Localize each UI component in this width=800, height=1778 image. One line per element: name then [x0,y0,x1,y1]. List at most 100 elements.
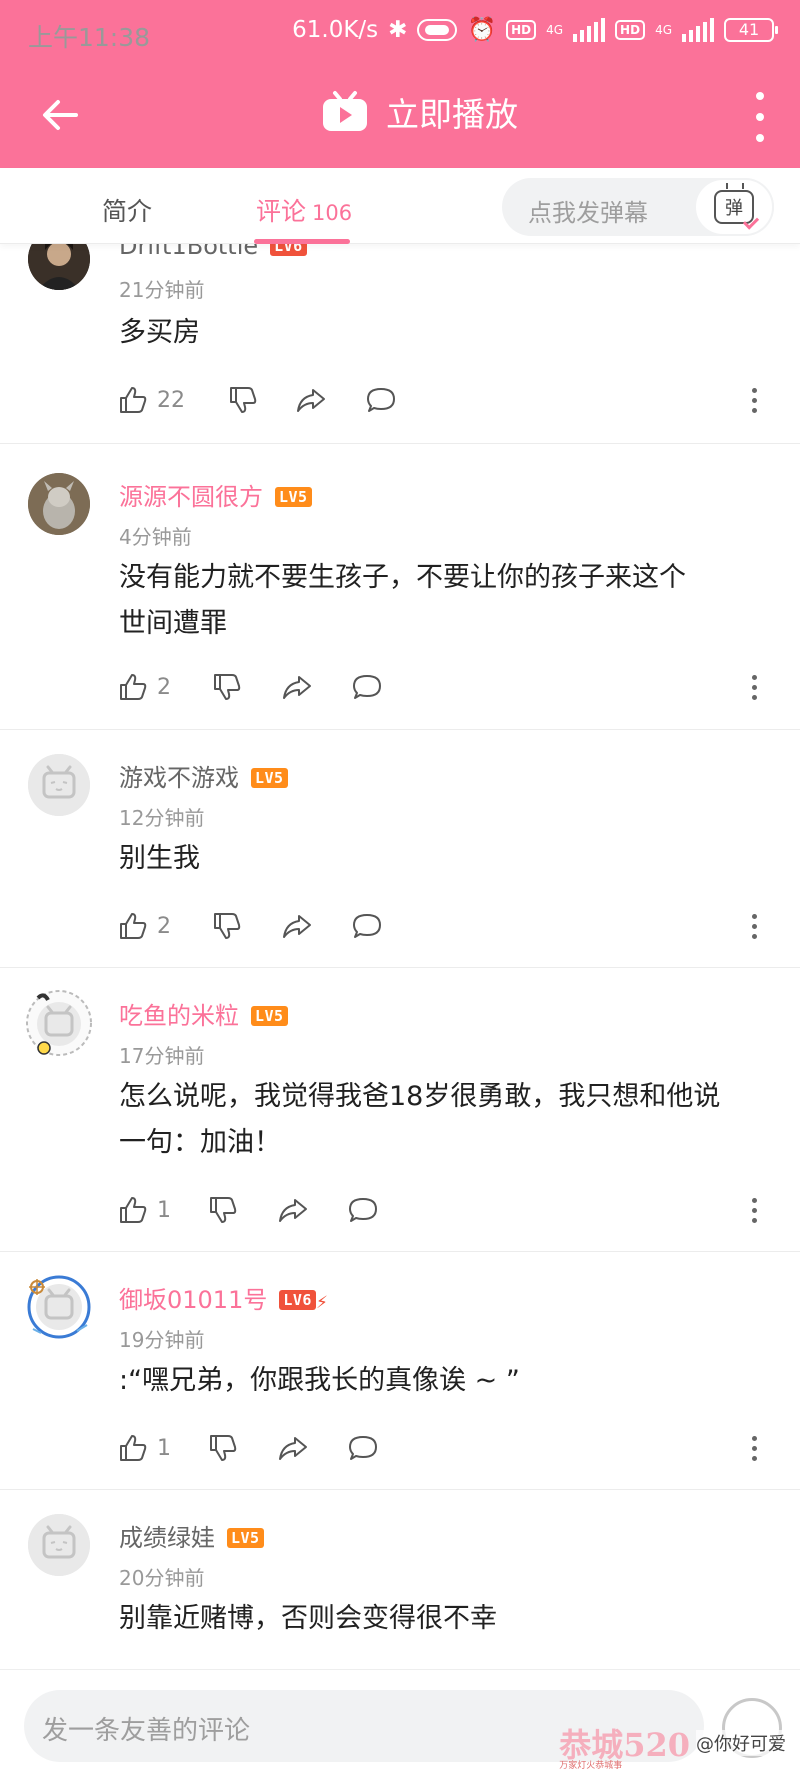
danmaku-input[interactable]: 点我发弹幕 [528,193,648,228]
username[interactable]: 游戏不游戏 LV5 [119,758,288,793]
level-badge: LV5 [227,1528,264,1548]
tab-intro[interactable]: 简介 [102,192,152,228]
comment-item: Drift1Bottle LV6 21分钟前 多买房 22 [0,244,800,444]
share-button[interactable] [281,906,313,946]
tab-comments[interactable]: 评论 106 [256,192,352,228]
share-button[interactable] [277,1190,309,1230]
comment-more-button[interactable] [747,380,761,420]
play-now-button[interactable]: 立即播放 [320,88,518,136]
alarm-icon: ⏰ [467,17,497,43]
danmaku-icon-label: 弹 [725,198,743,219]
more-dot-icon [751,397,757,403]
tech-frame-avatar-icon [27,1275,91,1339]
comment-line: 怎么说呢，我觉得我爸18岁很勇敢，我只想和他说 [119,1081,721,1112]
reply-button[interactable] [347,1428,379,1468]
comment-time: 21分钟前 [119,278,205,302]
share-icon [283,676,311,699]
watermark-sub: 万家灯火恭城事 [559,1761,623,1771]
share-icon [279,1199,307,1222]
avatar[interactable] [26,990,92,1056]
level-badge: LV5 [251,1006,288,1026]
username[interactable]: 源源不圆很方 LV5 [119,477,312,512]
level-badge: LV5 [251,768,288,788]
net-speed: 61.0K/s [292,16,379,43]
more-dot-icon [751,923,757,929]
username[interactable]: 成绩绿娃 LV5 [119,1518,264,1553]
chat-bubble-icon [367,388,395,412]
level-badge: LV5 [275,487,312,507]
comment-line: 别靠近赌博，否则会变得很不幸 [119,1603,497,1634]
share-button[interactable] [281,667,313,707]
tab-bar: 简介 评论 106 点我发弹幕 弹 [0,168,800,244]
comment-more-button[interactable] [747,906,761,946]
like-button[interactable]: 2 [117,667,171,707]
like-button[interactable]: 2 [117,906,171,946]
comment-time: 17分钟前 [119,1044,205,1068]
comment-list[interactable]: Drift1Bottle LV6 21分钟前 多买房 22 源源不圆很方 LV5… [0,244,800,1669]
avatar[interactable] [28,1514,90,1576]
comment-actions: 2 [117,667,787,707]
share-icon [279,1437,307,1460]
comment-actions: 1 [117,1428,787,1468]
thumb-up-icon [120,1197,147,1223]
dislike-button[interactable] [211,906,243,946]
more-menu-button[interactable] [750,92,770,142]
tv-icon [323,91,367,131]
signal-icon-2 [682,17,714,42]
comment-text: 别生我 [119,836,779,882]
tab-comments-label: 评论 [256,197,307,226]
username-text: 御坂01011号 [119,1286,268,1314]
comment-item: 游戏不游戏 LV5 12分钟前 别生我 2 [0,730,800,968]
comment-item: 成绩绿娃 LV5 20分钟前 别靠近赌博，否则会变得很不幸 [0,1490,800,1669]
comment-time: 12分钟前 [119,806,205,830]
share-button[interactable] [295,380,327,420]
back-button[interactable] [36,90,86,140]
username[interactable]: Drift1Bottle LV6 [119,244,307,260]
hd-badge-2: HD [615,19,646,40]
danmaku-bar: 点我发弹幕 弹 [502,178,774,236]
like-button[interactable]: 1 [117,1190,171,1230]
more-dot-icon [751,1217,757,1223]
reply-button[interactable] [351,906,383,946]
username[interactable]: 吃鱼的米粒 LV5 [119,996,288,1031]
more-dot-icon [756,92,764,100]
comment-time: 19分钟前 [119,1328,205,1352]
top-bar: 上午11:38 61.0K/s ✱ ⏰ HD 4G HD 4G 41 立即播放 [0,0,800,168]
thumb-up-icon [120,387,147,413]
like-button[interactable]: 22 [117,380,185,420]
reply-button[interactable] [351,667,383,707]
network-label-2: 4G [655,22,672,37]
watermark: 恭城520 @你好可爱 万家灯火恭城事 [559,1720,786,1771]
thumb-up-icon [120,913,147,939]
comment-line: :“嘿兄弟，你跟我长的真像诶 ~ ” [119,1365,520,1396]
share-icon [283,915,311,938]
comment-line: 世间遭罪 [119,608,227,639]
thumb-up-icon [120,674,147,700]
reply-button[interactable] [347,1190,379,1230]
reply-button[interactable] [365,380,397,420]
check-icon [742,213,760,230]
dislike-button[interactable] [211,667,243,707]
comment-more-button[interactable] [747,1190,761,1230]
comment-line: 一句：加油！ [119,1127,281,1158]
username-text: Drift1Bottle [119,244,259,260]
dislike-button[interactable] [227,380,259,420]
danmaku-toggle-button[interactable]: 弹 [694,178,774,236]
comment-line: 多买房 [119,317,200,348]
more-dot-icon [756,134,764,142]
comment-more-button[interactable] [747,667,761,707]
username[interactable]: 御坂01011号 LV6 ⚡ [119,1280,328,1315]
more-dot-icon [751,913,757,919]
dislike-button[interactable] [207,1428,239,1468]
share-button[interactable] [277,1428,309,1468]
more-dot-icon [751,1207,757,1213]
comment-text: 怎么说呢，我觉得我爸18岁很勇敢，我只想和他说 一句：加油！ [119,1074,779,1166]
like-button[interactable]: 1 [117,1428,171,1468]
avatar[interactable] [28,754,90,816]
avatar[interactable] [28,473,90,535]
avatar[interactable] [28,244,90,290]
comment-more-button[interactable] [747,1428,761,1468]
dislike-button[interactable] [207,1190,239,1230]
comment-text: 别靠近赌博，否则会变得很不幸 [119,1596,779,1642]
avatar[interactable] [27,1274,91,1339]
